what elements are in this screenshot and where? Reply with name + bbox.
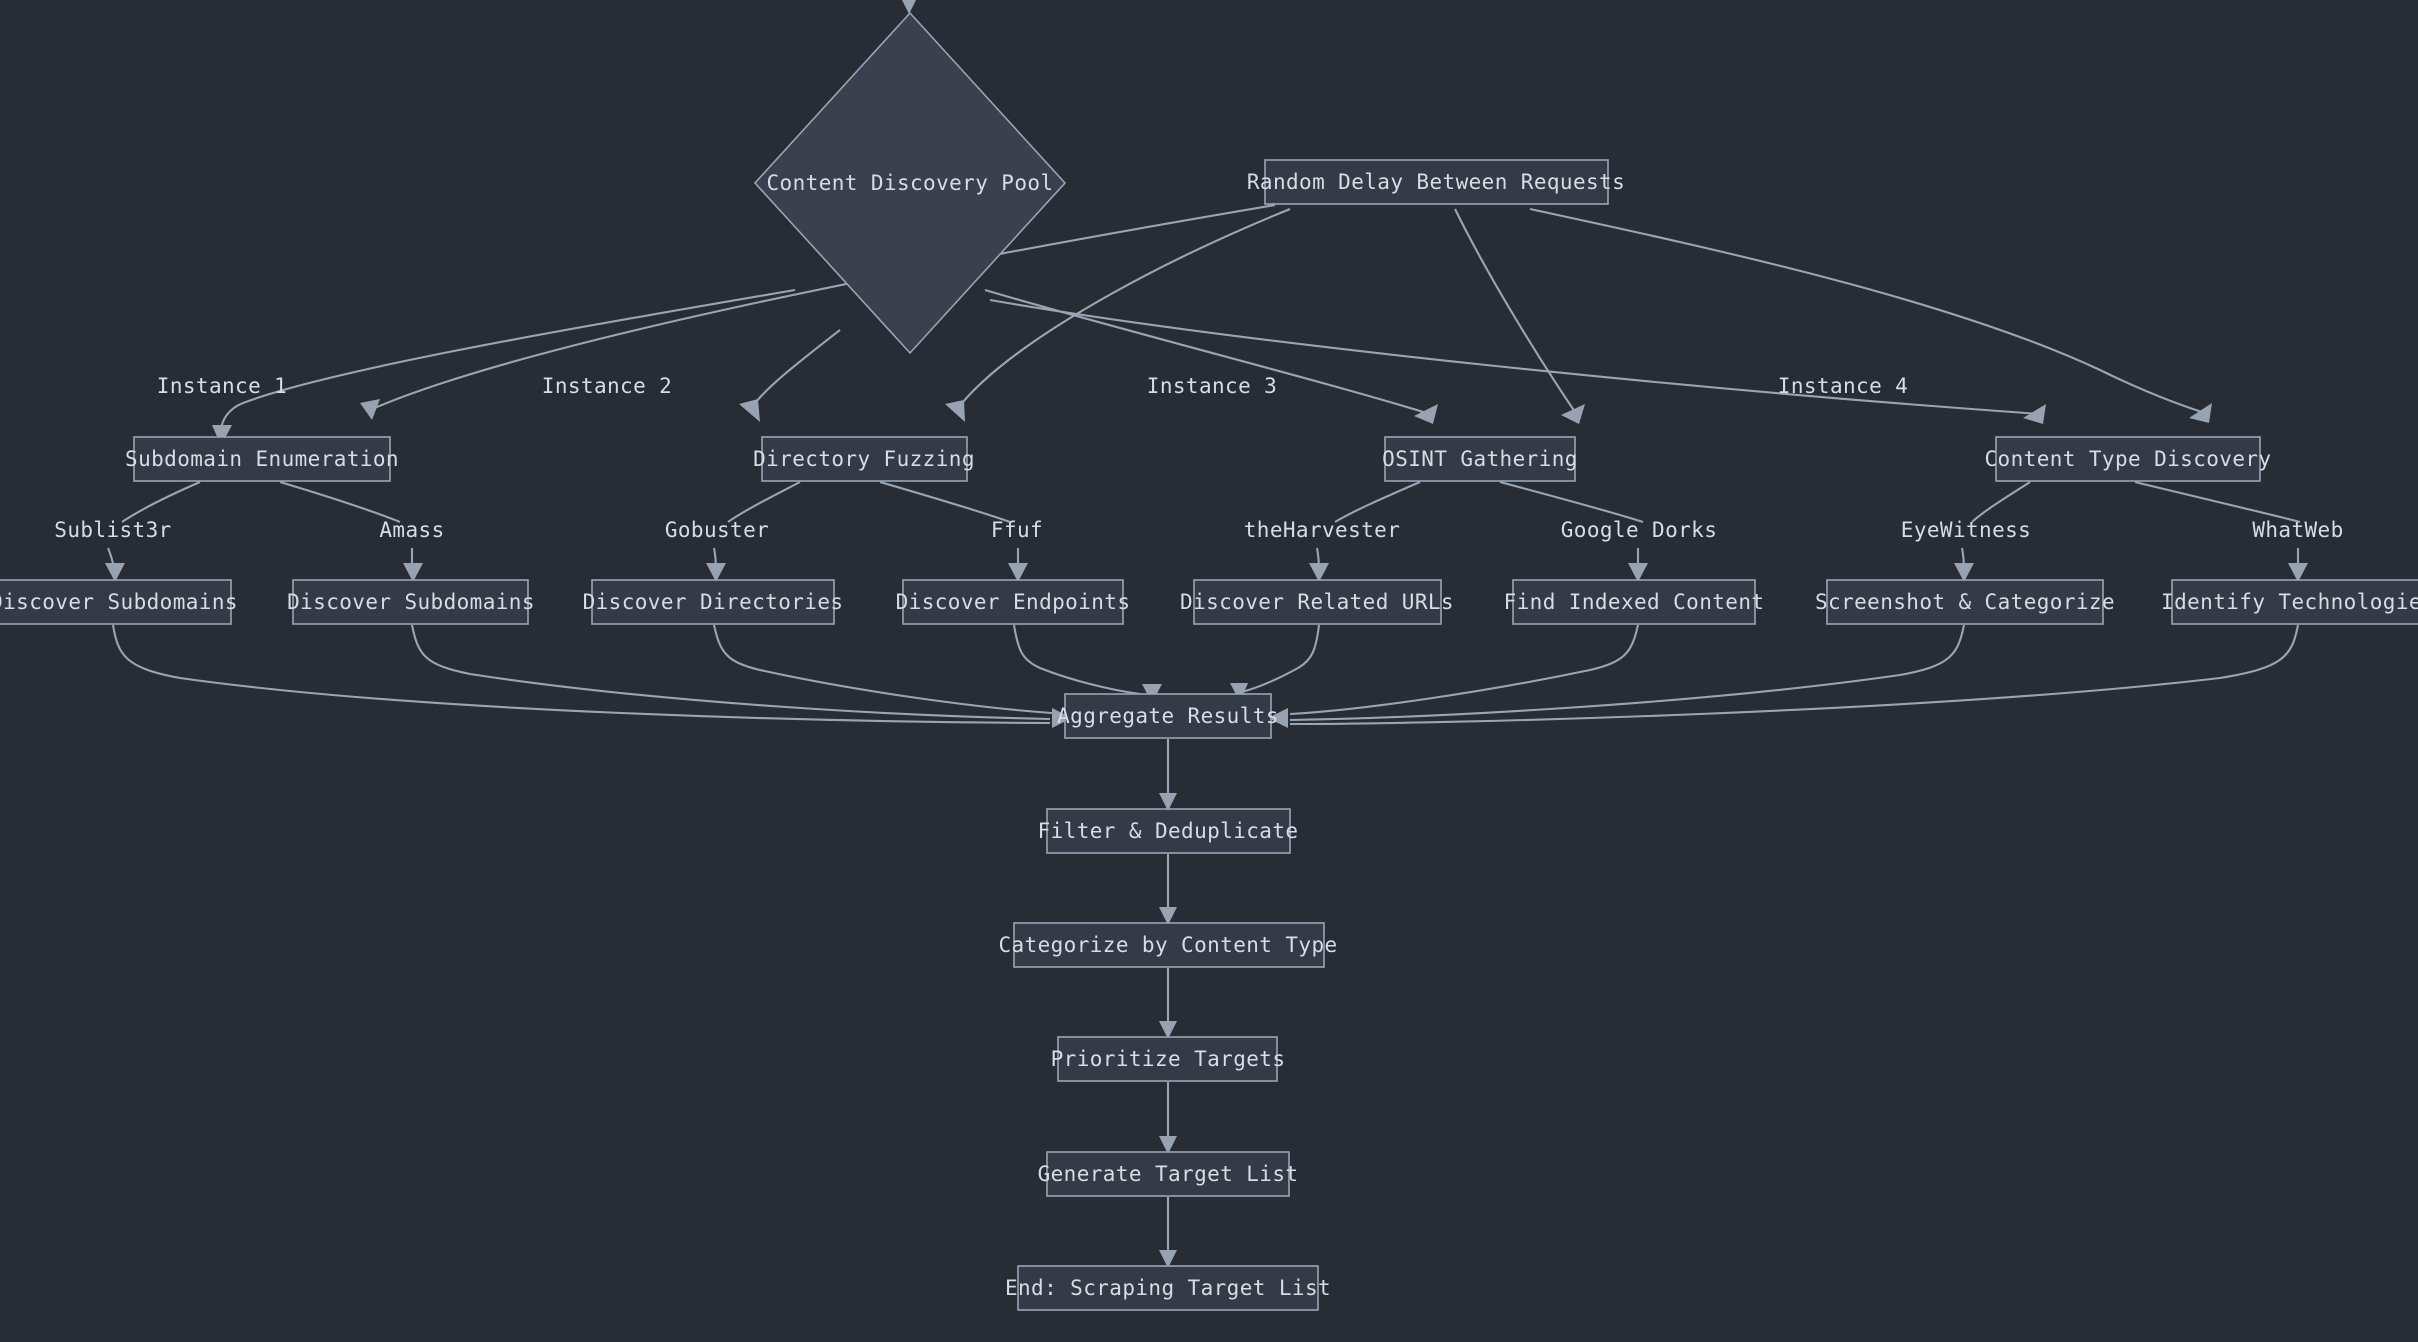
edge-pool-subdomain <box>219 288 796 431</box>
node-subdomain-enumeration[interactable]: Subdomain Enumeration <box>125 436 399 482</box>
edge-sub2-aggregate <box>410 624 1051 721</box>
edge-label-google-dorks: Google Dorks <box>1561 518 1718 542</box>
edge-sub1-aggregate <box>111 624 1051 725</box>
edge-indexed-aggregate <box>1289 624 1640 716</box>
edge-label-instance-3: Instance 3 <box>1147 374 1277 398</box>
edge-tech-aggregate <box>1289 624 2300 726</box>
arrowhead-directory-b <box>945 400 965 422</box>
arrowhead-subdomain-b <box>360 399 380 420</box>
node-identify-technologies[interactable]: Identify Technologies <box>2161 579 2418 625</box>
node-osint-gathering[interactable]: OSINT Gathering <box>1382 436 1578 482</box>
node-label-subdomain-enumeration: Subdomain Enumeration <box>125 447 399 471</box>
node-content-type-discovery[interactable]: Content Type Discovery <box>1985 436 2272 482</box>
node-label-discover-subdomains-1: Discover Subdomains <box>0 590 238 614</box>
arrowhead-directory-a <box>739 399 760 422</box>
node-label-random-delay: Random Delay Between Requests <box>1247 170 1625 194</box>
edge-delay-osint <box>1454 208 1576 413</box>
node-label-content-discovery-pool: Content Discovery Pool <box>767 171 1054 195</box>
edge-label-theharvester: theHarvester <box>1244 518 1401 542</box>
node-random-delay[interactable]: Random Delay Between Requests <box>1247 159 1625 205</box>
node-categorize-by-content-type[interactable]: Categorize by Content Type <box>998 922 1337 968</box>
node-content-discovery-pool[interactable]: Content Discovery Pool <box>753 11 1067 355</box>
arrowhead-screenshot <box>1954 563 1974 582</box>
edge-pool-directory <box>748 329 841 413</box>
arrowhead-pool-top <box>902 0 916 14</box>
arrowhead-content-b <box>2189 403 2212 423</box>
edge-label-instance-2: Instance 2 <box>542 374 672 398</box>
edge-label-whatweb: WhatWeb <box>2252 518 2343 542</box>
flowchart-svg: Content Discovery Pool Random Delay Betw… <box>0 0 2418 1311</box>
node-label-discover-directories: Discover Directories <box>583 590 844 614</box>
node-directory-fuzzing[interactable]: Directory Fuzzing <box>753 436 975 482</box>
node-discover-endpoints[interactable]: Discover Endpoints <box>896 579 1131 625</box>
node-generate-target-list[interactable]: Generate Target List <box>1038 1151 1299 1197</box>
node-label-discover-endpoints: Discover Endpoints <box>896 590 1131 614</box>
node-prioritize-targets[interactable]: Prioritize Targets <box>1051 1036 1286 1082</box>
node-end-scraping-target-list[interactable]: End: Scraping Target List <box>1005 1265 1331 1311</box>
node-layer: Content Discovery Pool Random Delay Betw… <box>0 11 2418 1311</box>
arrowhead-discover-sub2 <box>403 563 423 582</box>
node-discover-subdomains-1[interactable]: Discover Subdomains <box>0 579 238 625</box>
arrowhead-find-indexed <box>1628 563 1648 582</box>
edge-label-gobuster: Gobuster <box>665 518 769 542</box>
edge-dirs-aggregate <box>712 624 1053 715</box>
node-discover-directories[interactable]: Discover Directories <box>583 579 844 625</box>
edge-label-eyewitness: EyeWitness <box>1901 518 2031 542</box>
edge-endpoints-aggregate <box>1012 624 1141 696</box>
edge-label-amass: Amass <box>379 518 444 542</box>
node-label-generate-target-list: Generate Target List <box>1038 1162 1299 1186</box>
arrowhead-osint-b <box>1561 404 1585 424</box>
node-label-end-scraping-target-list: End: Scraping Target List <box>1005 1276 1331 1300</box>
node-discover-related-urls[interactable]: Discover Related URLs <box>1180 579 1454 625</box>
arrowhead-osint-a <box>1414 404 1438 424</box>
node-discover-subdomains-2[interactable]: Discover Subdomains <box>287 579 535 625</box>
arrowhead-discover-endpoints <box>1008 563 1028 582</box>
node-find-indexed-content[interactable]: Find Indexed Content <box>1504 579 1765 625</box>
node-screenshot-categorize[interactable]: Screenshot & Categorize <box>1815 579 2115 625</box>
flowchart-canvas: Content Discovery Pool Random Delay Betw… <box>0 0 2418 1342</box>
node-filter-deduplicate[interactable]: Filter & Deduplicate <box>1038 808 1299 854</box>
node-label-content-type-discovery: Content Type Discovery <box>1985 447 2272 471</box>
node-label-aggregate-results: Aggregate Results <box>1057 704 1279 728</box>
node-label-osint-gathering: OSINT Gathering <box>1382 447 1578 471</box>
node-label-discover-subdomains-2: Discover Subdomains <box>287 590 535 614</box>
node-label-directory-fuzzing: Directory Fuzzing <box>753 447 975 471</box>
node-label-prioritize-targets: Prioritize Targets <box>1051 1047 1286 1071</box>
edge-label-ffuf: Ffuf <box>991 518 1043 542</box>
node-label-find-indexed-content: Find Indexed Content <box>1504 590 1765 614</box>
arrowhead-identify-tech <box>2288 563 2308 582</box>
node-label-screenshot-categorize: Screenshot & Categorize <box>1815 590 2115 614</box>
node-aggregate-results[interactable]: Aggregate Results <box>1057 693 1279 739</box>
arrowhead-discover-urls <box>1309 563 1329 582</box>
node-label-identify-technologies: Identify Technologies <box>2161 590 2418 614</box>
edge-label-instance-1: Instance 1 <box>157 374 287 398</box>
node-label-discover-related-urls: Discover Related URLs <box>1180 590 1454 614</box>
arrowhead-discover-sub1 <box>105 563 125 582</box>
edge-label-instance-4: Instance 4 <box>1778 374 1908 398</box>
edge-label-sublist3r: Sublist3r <box>54 518 171 542</box>
edge-urls-aggregate <box>1237 624 1321 695</box>
node-label-categorize-by-content-type: Categorize by Content Type <box>998 933 1337 957</box>
arrowhead-discover-dirs <box>706 563 726 582</box>
node-label-filter-deduplicate: Filter & Deduplicate <box>1038 819 1299 843</box>
